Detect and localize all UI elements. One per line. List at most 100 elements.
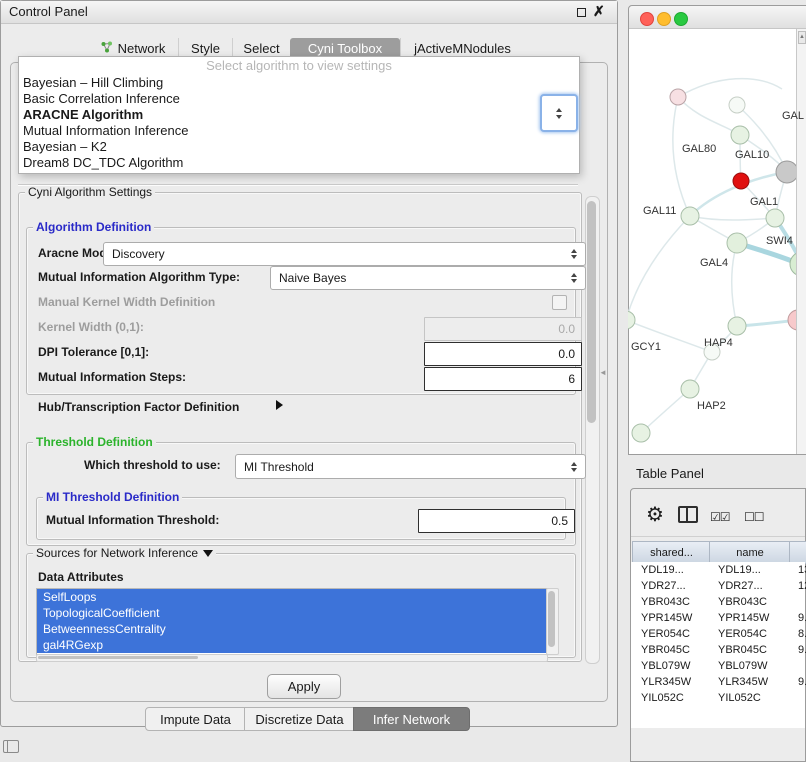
node-label: GAL11 — [643, 205, 676, 217]
float-window-icon[interactable] — [577, 8, 586, 17]
column-header-shared-name[interactable]: shared... — [632, 541, 711, 564]
table-cell: YBR043C — [709, 594, 798, 610]
node-label: GAL80 — [682, 143, 716, 155]
algorithm-option-selected[interactable]: ARACNE Algorithm — [19, 107, 579, 123]
table-cell — [789, 690, 806, 706]
list-item-selected[interactable]: BetweennessCentrality — [37, 621, 547, 637]
network-node[interactable] — [788, 310, 796, 330]
algorithm-option[interactable]: Bayesian – Hill Climbing — [19, 75, 579, 91]
network-node[interactable] — [731, 126, 749, 144]
hub-section-header[interactable]: Hub/Transcription Factor Definition — [38, 400, 239, 414]
table-cell: YDR27... — [632, 578, 718, 594]
triangle-down-icon — [203, 550, 213, 557]
table-cell: YDL19... — [632, 562, 718, 578]
list-hscrollbar-thumb[interactable] — [38, 656, 198, 659]
data-attributes-label: Data Attributes — [38, 570, 124, 584]
combo-stepper-icon — [571, 249, 577, 259]
sources-group-title[interactable]: Sources for Network Inference — [33, 547, 216, 560]
network-vscrollbar[interactable]: ▲ — [796, 29, 806, 454]
bottom-tab-impute-data[interactable]: Impute Data — [145, 707, 246, 731]
network-node[interactable] — [776, 161, 796, 183]
node-label: HAP2 — [697, 400, 726, 412]
split-collapse-icon[interactable]: ◄ — [599, 368, 607, 377]
close-icon[interactable]: ✗ — [593, 3, 605, 20]
network-node[interactable] — [728, 317, 746, 335]
settings-scrollbar-thumb[interactable] — [587, 201, 596, 423]
mi-steps-field[interactable]: 6 — [424, 367, 582, 391]
column-header-cut[interactable] — [789, 541, 806, 564]
settings-group-title: Cyni Algorithm Settings — [25, 186, 155, 199]
list-hscrollbar[interactable] — [36, 654, 548, 662]
list-scrollbar-thumb[interactable] — [548, 591, 555, 647]
column-header-name[interactable]: name — [709, 541, 791, 564]
mi-threshold-title: MI Threshold Definition — [43, 491, 182, 504]
table-cell: 8. — [789, 626, 806, 642]
mi-algorithm-type-combo[interactable]: Naive Bayes — [270, 266, 586, 290]
list-item-selected[interactable]: SelfLoops — [37, 589, 547, 605]
tab-label: Network — [118, 41, 166, 56]
which-threshold-combo[interactable]: MI Threshold — [235, 454, 586, 479]
network-node[interactable] — [670, 89, 686, 105]
algorithm-option[interactable]: Mutual Information Inference — [19, 123, 579, 139]
triangle-right-icon[interactable] — [276, 400, 283, 410]
network-node[interactable] — [729, 97, 745, 113]
table-cell: YER054C — [709, 626, 798, 642]
column-chooser-icon[interactable] — [678, 506, 698, 523]
kernel-width-field[interactable]: 0.0 — [424, 317, 582, 341]
list-item-selected[interactable]: TopologicalCoefficient — [37, 605, 547, 621]
bottom-tab-infer-network[interactable]: Infer Network — [353, 707, 470, 731]
mi-threshold-field[interactable]: 0.5 — [418, 509, 575, 533]
network-node[interactable] — [632, 424, 650, 442]
scrollbar-up-arrow[interactable]: ▲ — [798, 31, 806, 44]
network-node[interactable] — [681, 207, 699, 225]
table-cell: YBR043C — [632, 594, 718, 610]
network-edges — [628, 79, 787, 433]
algorithm-dropdown-popup: Select algorithm to view settings Bayesi… — [18, 56, 580, 174]
manual-kernel-width-label: Manual Kernel Width Definition — [38, 295, 215, 309]
node-label: GAL1 — [750, 196, 778, 208]
aracne-mode-combo[interactable]: Discovery — [103, 242, 586, 266]
combo-stepper-icon — [571, 273, 577, 283]
bottom-tab-discretize-data[interactable]: Discretize Data — [244, 707, 355, 731]
network-node[interactable] — [681, 380, 699, 398]
settings-scrollbar[interactable] — [585, 196, 600, 664]
minimized-panel-icon[interactable] — [3, 740, 19, 753]
mi-algorithm-type-label: Mutual Information Algorithm Type: — [38, 270, 240, 284]
mac-close-button[interactable] — [640, 12, 654, 26]
table-cell: YBR045C — [632, 642, 718, 658]
gear-icon[interactable]: ⚙ — [646, 502, 664, 527]
apply-button[interactable]: Apply — [267, 674, 341, 699]
table-cell: 13 — [789, 562, 806, 578]
network-node[interactable] — [628, 311, 635, 329]
table-panel-title: Table Panel — [636, 466, 704, 481]
algorithm-option[interactable]: Dream8 DC_TDC Algorithm — [19, 155, 579, 171]
network-node[interactable] — [727, 233, 747, 253]
unchecked-boxes-icon[interactable]: ☐☐ — [744, 510, 764, 524]
checked-boxes-icon[interactable]: ☑☑ — [710, 510, 730, 524]
manual-kernel-width-checkbox[interactable] — [552, 295, 567, 310]
algorithm-option[interactable]: Bayesian – K2 — [19, 139, 579, 155]
table-cell: YIL052C — [632, 690, 718, 706]
network-tab-icon — [101, 41, 113, 56]
table-cell: YBR045C — [709, 642, 798, 658]
data-attributes-list[interactable]: SelfLoops TopologicalCoefficient Between… — [36, 588, 548, 655]
mi-threshold-label: Mutual Information Threshold: — [46, 513, 219, 527]
threshold-definition-title: Threshold Definition — [33, 436, 156, 449]
algorithm-combo-stepper[interactable] — [540, 94, 578, 132]
list-item-selected[interactable]: gal4RGexp — [37, 637, 547, 653]
mac-zoom-button[interactable] — [674, 12, 688, 26]
mac-minimize-button[interactable] — [657, 12, 671, 26]
list-scrollbar[interactable] — [546, 588, 559, 655]
network-node[interactable] — [766, 209, 784, 227]
table-cell: YDL19... — [709, 562, 798, 578]
table-cell: YLR345W — [709, 674, 798, 690]
combo-value: Naive Bayes — [279, 271, 346, 285]
node-label: SWI4 — [766, 235, 793, 247]
screen: Control Panel ✗ Network Style Select Cyn… — [0, 0, 806, 762]
window-title: Control Panel — [1, 1, 617, 23]
algorithm-option[interactable]: Basic Correlation Inference — [19, 91, 579, 107]
network-node-red[interactable] — [733, 173, 749, 189]
dpi-tolerance-field[interactable]: 0.0 — [424, 342, 582, 366]
table-cell: YBL079W — [709, 658, 798, 674]
table-cell: 9. — [789, 642, 806, 658]
